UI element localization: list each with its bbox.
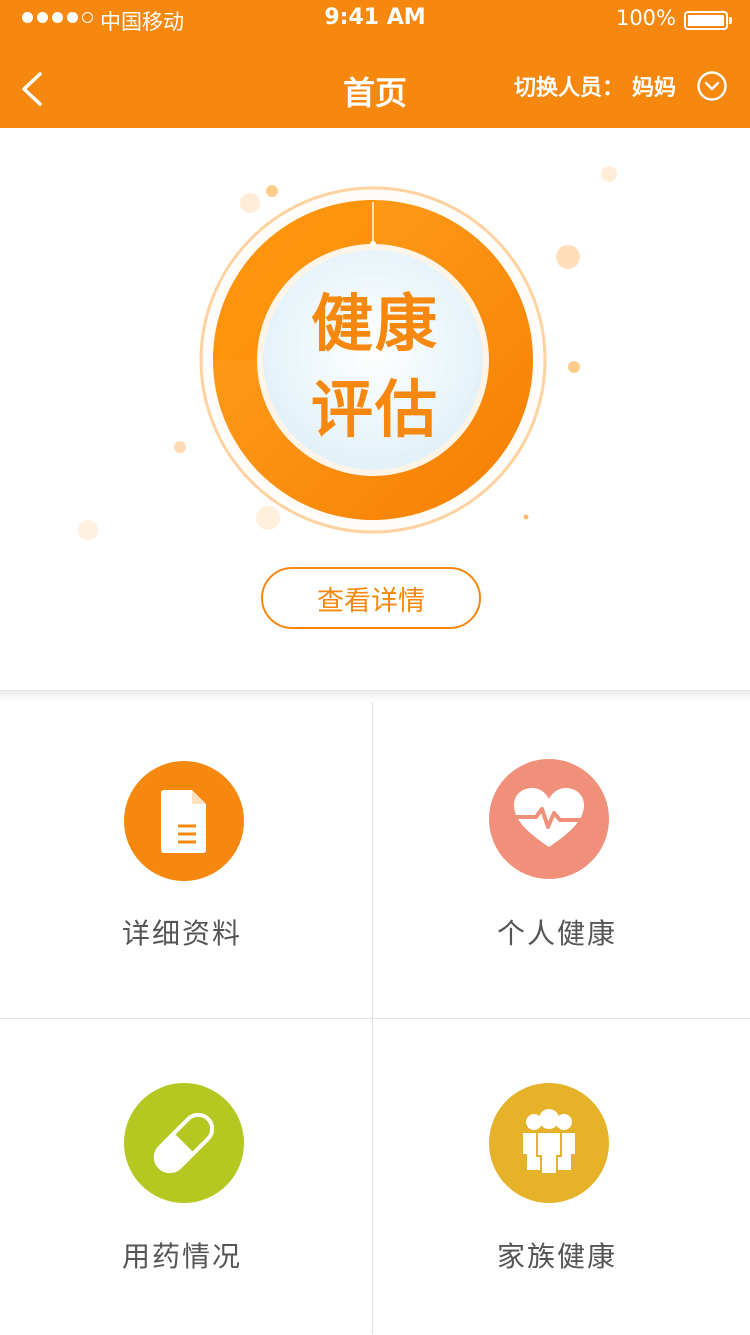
app-header: 中国移动 9:41 AM 100% 首页 切换人员： 妈妈	[0, 0, 750, 128]
pill-icon	[124, 1083, 244, 1203]
tile-label: 详细资料	[121, 917, 242, 950]
heart-pulse-icon	[489, 759, 609, 879]
document-icon	[124, 761, 244, 881]
family-icon	[489, 1083, 609, 1203]
view-details-button[interactable]: 查看详情	[261, 567, 481, 629]
tile-medication[interactable]: 用药情况	[0, 1019, 372, 1335]
back-button[interactable]	[14, 64, 54, 114]
tile-detailed-info[interactable]: 详细资料	[0, 702, 372, 1018]
switch-person-label: 切换人员：	[513, 76, 624, 101]
gauge-title-line1: 健康	[310, 287, 439, 360]
tile-personal-health[interactable]: 个人健康	[373, 702, 745, 1018]
gauge-title-line2: 评估	[310, 373, 439, 446]
feature-grid: 详细资料 个人健康 用药情况 家族健康	[0, 702, 750, 1334]
battery-percentage: 100%	[615, 6, 676, 30]
status-bar: 中国移动 9:41 AM 100%	[0, 0, 750, 40]
chevron-left-icon	[22, 72, 42, 106]
battery-icon	[684, 11, 732, 30]
tile-family-health[interactable]: 家族健康	[373, 1019, 745, 1335]
health-assessment-section: 健康 评估 查看详情	[0, 128, 750, 690]
tile-label: 家族健康	[496, 1240, 617, 1273]
section-divider	[0, 690, 750, 702]
switch-person-selector[interactable]: 切换人员： 妈妈	[514, 70, 728, 102]
tile-label: 用药情况	[121, 1240, 242, 1273]
switch-person-value: 妈妈	[631, 76, 676, 101]
chevron-down-circle-icon	[697, 71, 727, 101]
tile-label: 个人健康	[496, 917, 617, 950]
